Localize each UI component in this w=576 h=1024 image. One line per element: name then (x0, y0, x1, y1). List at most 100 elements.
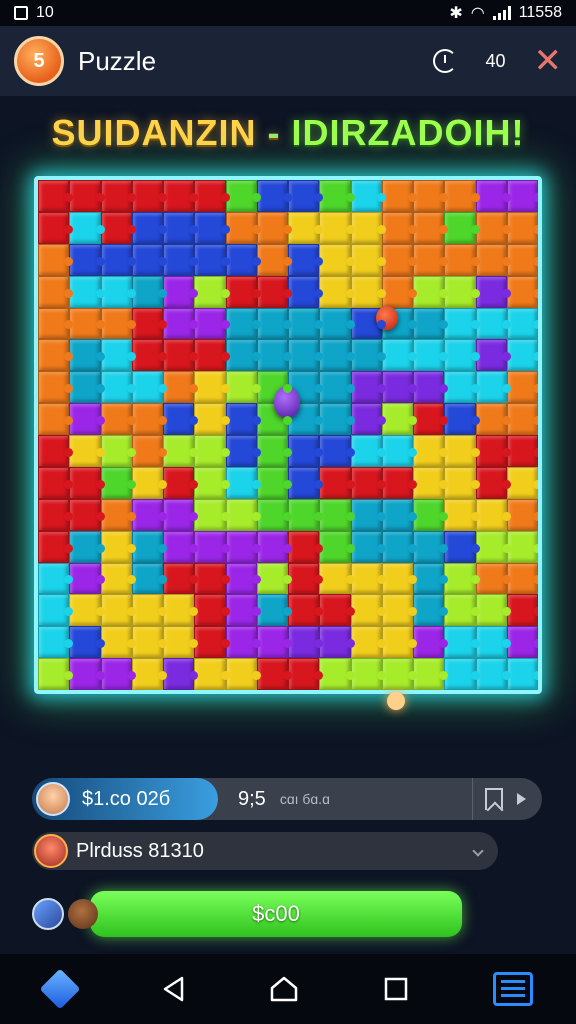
puzzle-piece[interactable] (381, 466, 418, 499)
puzzle-piece[interactable] (288, 594, 324, 627)
puzzle-piece[interactable] (225, 562, 262, 595)
puzzle-piece[interactable] (319, 403, 355, 435)
puzzle-piece[interactable] (194, 594, 230, 627)
puzzle-piece[interactable] (131, 466, 168, 499)
puzzle-piece[interactable] (319, 498, 355, 531)
puzzle-piece[interactable] (69, 435, 105, 467)
puzzle-piece[interactable] (444, 403, 480, 435)
recents-icon[interactable] (384, 977, 408, 1001)
puzzle-piece[interactable] (506, 466, 538, 499)
puzzle-piece[interactable] (381, 243, 418, 276)
puzzle-piece[interactable] (225, 371, 262, 404)
puzzle-piece[interactable] (444, 339, 480, 372)
puzzle-piece[interactable] (225, 243, 262, 276)
puzzle-piece[interactable] (475, 498, 512, 531)
puzzle-piece[interactable] (413, 243, 449, 276)
puzzle-piece[interactable] (38, 339, 74, 372)
puzzle-piece[interactable] (475, 275, 512, 308)
puzzle-piece[interactable] (69, 307, 105, 340)
puzzle-piece[interactable] (350, 403, 387, 435)
puzzle-piece[interactable] (288, 626, 324, 659)
puzzle-piece[interactable] (288, 435, 324, 467)
puzzle-piece[interactable] (506, 211, 538, 244)
puzzle-piece[interactable] (131, 626, 168, 659)
puzzle-piece[interactable] (131, 594, 168, 627)
puzzle-piece[interactable] (256, 339, 293, 372)
puzzle-piece[interactable] (288, 466, 324, 499)
puzzle-piece[interactable] (225, 435, 262, 467)
puzzle-piece[interactable] (194, 403, 230, 435)
puzzle-piece[interactable] (319, 626, 355, 659)
puzzle-piece[interactable] (413, 626, 449, 659)
puzzle-piece[interactable] (350, 562, 387, 595)
puzzle-piece[interactable] (319, 180, 355, 212)
puzzle-piece[interactable] (194, 466, 230, 499)
puzzle-piece[interactable] (475, 562, 512, 595)
puzzle-piece[interactable] (319, 275, 355, 308)
puzzle-piece[interactable] (319, 435, 355, 467)
puzzle-piece[interactable] (350, 339, 387, 372)
puzzle-piece[interactable] (256, 594, 293, 627)
puzzle-piece[interactable] (256, 562, 293, 595)
puzzle-piece[interactable] (256, 243, 293, 276)
puzzle-piece[interactable] (413, 339, 449, 372)
puzzle-piece[interactable] (444, 371, 480, 404)
puzzle-piece[interactable] (506, 180, 538, 212)
puzzle-piece[interactable] (319, 594, 355, 627)
puzzle-piece[interactable] (444, 594, 480, 627)
puzzle-piece[interactable] (350, 466, 387, 499)
puzzle-piece[interactable] (444, 211, 480, 244)
puzzle-piece[interactable] (131, 243, 168, 276)
puzzle-piece[interactable] (381, 658, 418, 690)
puzzle-piece[interactable] (225, 403, 262, 435)
puzzle-piece[interactable] (475, 530, 512, 563)
puzzle-piece[interactable] (131, 530, 168, 563)
puzzle-piece[interactable] (256, 658, 293, 690)
puzzle-piece[interactable] (506, 530, 538, 563)
puzzle-piece[interactable] (100, 530, 137, 563)
puzzle-piece[interactable] (131, 562, 168, 595)
cube-app-icon[interactable] (39, 968, 81, 1010)
puzzle-piece[interactable] (413, 658, 449, 690)
puzzle-piece[interactable] (350, 371, 387, 404)
puzzle-piece[interactable] (413, 371, 449, 404)
puzzle-piece[interactable] (413, 594, 449, 627)
puzzle-piece[interactable] (225, 626, 262, 659)
puzzle-piece[interactable] (413, 435, 449, 467)
puzzle-piece[interactable] (256, 211, 293, 244)
puzzle-piece[interactable] (506, 658, 538, 690)
puzzle-piece[interactable] (38, 243, 74, 276)
puzzle-piece[interactable] (475, 658, 512, 690)
puzzle-piece[interactable] (319, 371, 355, 404)
puzzle-piece[interactable] (475, 243, 512, 276)
puzzle-piece[interactable] (319, 211, 355, 244)
puzzle-piece[interactable] (413, 498, 449, 531)
puzzle-piece[interactable] (69, 626, 105, 659)
puzzle-piece[interactable] (444, 275, 480, 308)
puzzle-piece[interactable] (475, 594, 512, 627)
puzzle-piece[interactable] (194, 339, 230, 372)
puzzle-piece[interactable] (225, 498, 262, 531)
board-handle[interactable] (387, 692, 405, 710)
puzzle-piece[interactable] (288, 562, 324, 595)
puzzle-piece[interactable] (163, 530, 199, 563)
app-logo-icon[interactable]: 5 (14, 36, 64, 86)
puzzle-piece[interactable] (381, 371, 418, 404)
puzzle-piece[interactable] (38, 658, 74, 690)
puzzle-piece[interactable] (350, 658, 387, 690)
puzzle-piece[interactable] (38, 498, 74, 531)
puzzle-board[interactable] (34, 176, 542, 694)
puzzle-piece[interactable] (413, 211, 449, 244)
puzzle-piece[interactable] (38, 466, 74, 499)
puzzle-piece[interactable] (444, 626, 480, 659)
puzzle-piece[interactable] (350, 275, 387, 308)
puzzle-piece[interactable] (69, 275, 105, 308)
puzzle-piece[interactable] (69, 403, 105, 435)
puzzle-piece[interactable] (506, 371, 538, 404)
puzzle-piece[interactable] (381, 403, 418, 435)
puzzle-piece[interactable] (225, 211, 262, 244)
puzzle-piece[interactable] (413, 466, 449, 499)
puzzle-piece[interactable] (163, 466, 199, 499)
puzzle-piece[interactable] (288, 530, 324, 563)
puzzle-piece[interactable] (506, 275, 538, 308)
